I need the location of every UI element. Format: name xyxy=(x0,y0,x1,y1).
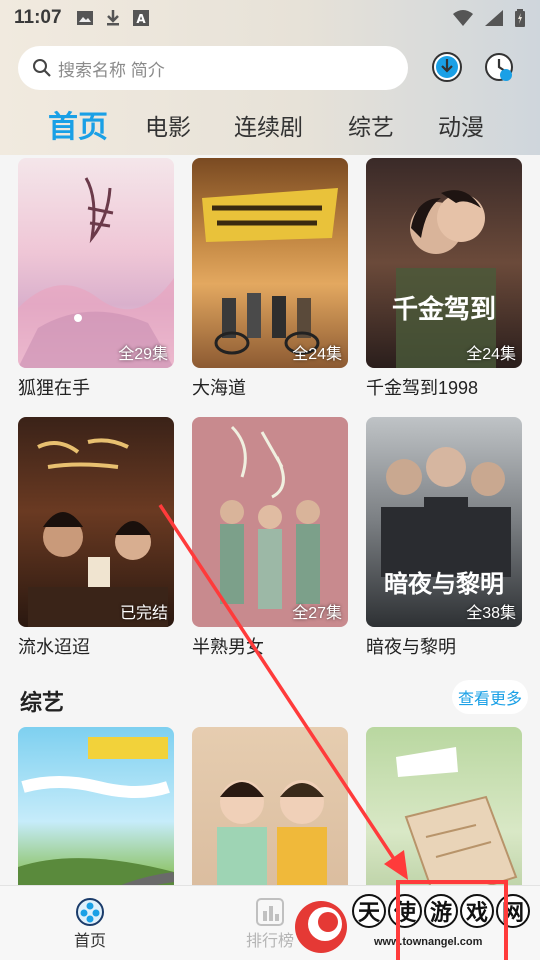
variety-poster[interactable] xyxy=(18,727,174,885)
status-bar: 11:07 A xyxy=(0,0,540,36)
tab-movies[interactable]: 电影 xyxy=(145,108,191,142)
svg-text:暗夜与黎明: 暗夜与黎明 xyxy=(384,570,504,598)
show-poster[interactable]: 全29集 xyxy=(18,158,174,368)
image-icon xyxy=(76,11,93,25)
show-card[interactable]: 千金驾到 全24集 千金驾到1998 xyxy=(366,158,522,400)
svg-text:千金驾到: 千金驾到 xyxy=(392,294,496,325)
show-card[interactable]: 全27集 半熟男女 xyxy=(192,417,348,659)
show-poster[interactable]: 暗夜与黎明 全38集 xyxy=(366,417,522,627)
show-poster[interactable]: 全27集 xyxy=(192,417,348,627)
show-poster[interactable]: 全24集 xyxy=(192,158,348,368)
episode-badge: 全38集 xyxy=(466,605,516,622)
wifi-icon xyxy=(453,10,473,26)
see-more-button[interactable]: 查看更多 xyxy=(452,680,528,714)
show-poster[interactable]: 千金驾到 全24集 xyxy=(366,158,522,368)
nav-home-label: 首页 xyxy=(73,932,106,950)
variety-card[interactable] xyxy=(192,727,348,885)
show-title[interactable]: 流水迢迢 xyxy=(18,633,174,659)
poster-art-night-dawn: 暗夜与黎明 xyxy=(381,447,511,598)
show-card[interactable]: 全29集 狐狸在手 xyxy=(18,158,174,400)
show-card[interactable]: 全24集 大海道 xyxy=(192,158,348,400)
category-tabs: 首页 电影 连续剧 综艺 动漫 xyxy=(0,100,540,148)
episode-badge: 已完结 xyxy=(119,605,168,622)
watermark-char: 天 xyxy=(352,894,386,928)
watermark-char: 戏 xyxy=(460,894,494,928)
poster-art-variety-hosts xyxy=(217,780,327,885)
battery-icon xyxy=(515,9,525,27)
show-title[interactable]: 狐狸在手 xyxy=(18,374,174,400)
section-title-variety: 综艺 xyxy=(20,690,65,715)
poster-art-couple: 千金驾到 xyxy=(392,190,496,368)
search-placeholder: 搜索名称 简介 xyxy=(58,60,165,80)
header: 11:07 A 搜索名称 简介 首页 电影 连续剧 综艺 动漫 xyxy=(0,0,540,155)
content-scroll[interactable]: 全29集 狐狸在手 全24集 大海道 千金驾到 全24集 千金驾到1998 已完… xyxy=(0,155,540,885)
show-title[interactable]: 大海道 xyxy=(192,374,348,400)
watermark-text: 天 使 游 戏 网 xyxy=(352,894,530,928)
nav-home[interactable]: 首页 xyxy=(30,886,150,960)
search-input[interactable]: 搜索名称 简介 xyxy=(18,46,408,90)
variety-card[interactable] xyxy=(18,727,174,885)
show-card[interactable]: 暗夜与黎明 全38集 暗夜与黎明 xyxy=(366,417,522,659)
poster-art-dream xyxy=(396,747,518,885)
tab-series[interactable]: 连续剧 xyxy=(234,108,303,142)
signal-icon xyxy=(485,10,503,26)
a-font-icon: A xyxy=(132,10,149,26)
variety-poster[interactable] xyxy=(366,727,522,885)
poster-art-flowing-water xyxy=(28,438,168,627)
episode-badge: 全24集 xyxy=(466,346,516,363)
status-time: 11:07 xyxy=(14,7,62,28)
variety-poster[interactable] xyxy=(192,727,348,885)
ranking-chart-icon xyxy=(256,897,284,926)
episode-badge: 全27集 xyxy=(292,605,342,622)
show-title[interactable]: 半熟男女 xyxy=(192,633,348,659)
watermark-logo-icon xyxy=(295,901,347,953)
tab-anime[interactable]: 动漫 xyxy=(438,108,484,142)
poster-art-half-ripe xyxy=(220,425,320,609)
search-icon xyxy=(33,59,51,77)
svg-text:A: A xyxy=(136,12,146,26)
poster-art-fox xyxy=(18,177,174,368)
episode-badge: 全29集 xyxy=(118,346,168,363)
home-tab-icon xyxy=(76,897,104,926)
show-title[interactable]: 千金驾到1998 xyxy=(366,374,522,400)
episode-badge: 全24集 xyxy=(292,346,342,363)
watermark-url: www.townangel.com xyxy=(374,936,483,948)
show-card[interactable]: 已完结 流水迢迢 xyxy=(18,417,174,659)
variety-card[interactable] xyxy=(366,727,522,885)
site-watermark: 天 使 游 戏 网 www.townangel.com xyxy=(292,890,540,960)
watermark-char: 游 xyxy=(424,894,458,928)
tab-variety[interactable]: 综艺 xyxy=(348,108,394,142)
poster-art-travel xyxy=(18,737,174,885)
poster-art-highway xyxy=(202,188,338,355)
history-clock-icon[interactable] xyxy=(482,50,516,84)
show-title[interactable]: 暗夜与黎明 xyxy=(366,633,522,659)
watermark-char: 使 xyxy=(388,894,422,928)
download-status-icon xyxy=(106,10,119,26)
nav-ranking-label: 排行榜 xyxy=(245,932,294,950)
show-poster[interactable]: 已完结 xyxy=(18,417,174,627)
tab-home[interactable]: 首页 xyxy=(48,102,108,146)
download-icon[interactable] xyxy=(430,50,464,84)
watermark-char: 网 xyxy=(496,894,530,928)
